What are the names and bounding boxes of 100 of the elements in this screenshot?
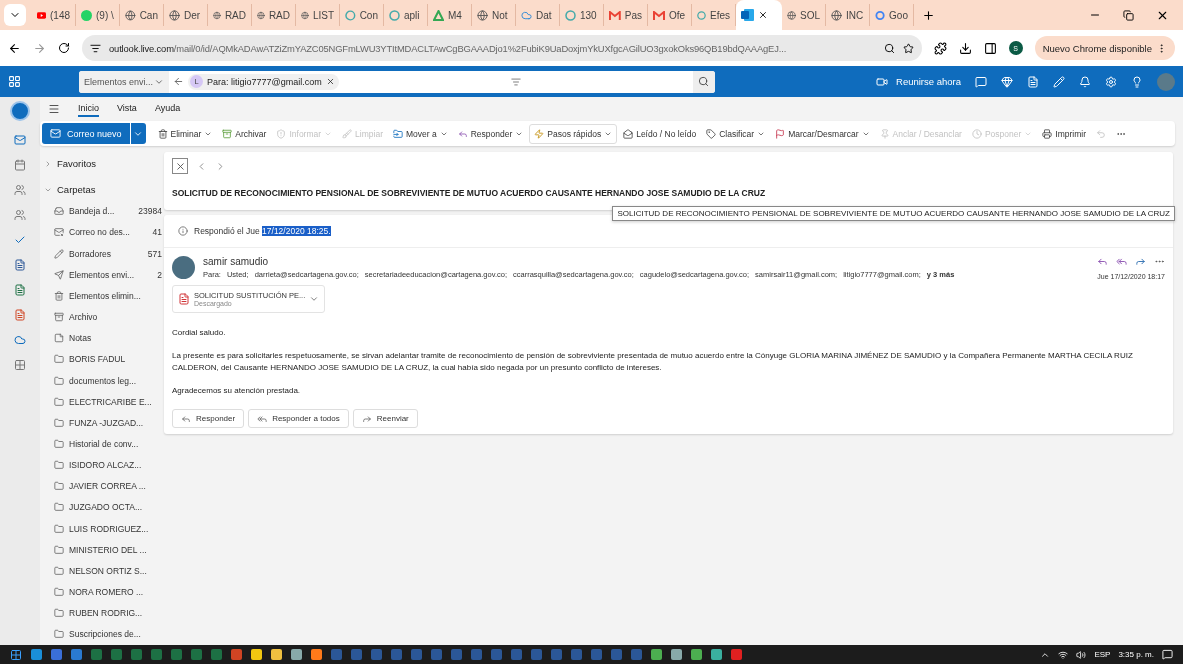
folder-item[interactable]: ELECTRICARIBE E... xyxy=(44,391,162,413)
browser-tab[interactable]: Dat xyxy=(516,4,560,26)
app-icon[interactable] xyxy=(671,649,682,660)
search-button[interactable] xyxy=(693,70,715,93)
toolbar-button[interactable]: Leído / No leído xyxy=(619,123,701,144)
app-icon[interactable] xyxy=(731,649,742,660)
calendar-icon[interactable] xyxy=(14,159,26,171)
extensions-icon[interactable] xyxy=(933,41,947,55)
app-icon[interactable] xyxy=(51,649,62,660)
app-logo[interactable] xyxy=(10,101,30,121)
update-button[interactable]: Nuevo Chrome disponible xyxy=(1034,36,1175,60)
app-icon[interactable] xyxy=(631,649,642,660)
app-icon[interactable] xyxy=(311,649,322,660)
app-icon[interactable] xyxy=(511,649,522,660)
app-icon[interactable] xyxy=(431,649,442,660)
lightbulb-icon[interactable] xyxy=(1131,75,1143,88)
app-icon[interactable] xyxy=(171,649,182,660)
toolbar-button[interactable]: Archivar xyxy=(218,123,271,144)
folder-item[interactable]: documentos leg... xyxy=(44,369,162,392)
chevron-down-icon[interactable] xyxy=(309,294,319,304)
download-icon[interactable] xyxy=(958,41,972,55)
reply-all-icon[interactable] xyxy=(1116,256,1127,267)
folder-item[interactable]: MINISTERIO DEL ... xyxy=(44,539,162,561)
sender-name[interactable]: samir samudio xyxy=(203,256,1089,267)
speaker-icon[interactable] xyxy=(1076,649,1087,660)
group-icon[interactable] xyxy=(14,209,26,221)
meet-now-button[interactable]: Reunirse ahora xyxy=(870,74,967,89)
action-button[interactable]: Reenviar xyxy=(352,409,418,428)
folder-item[interactable]: Suscripciones de... xyxy=(44,623,162,645)
browser-tab[interactable]: SOL xyxy=(782,4,826,26)
browser-tab[interactable]: M4 xyxy=(428,4,472,26)
folder-item[interactable]: NELSON ORTIZ S... xyxy=(44,560,162,582)
envelope-icon[interactable] xyxy=(14,134,26,146)
new-mail-button[interactable]: Correo nuevo xyxy=(42,123,130,144)
toolbar-button[interactable]: Pasos rápidos xyxy=(529,123,618,144)
app-icon[interactable] xyxy=(271,649,282,660)
app-icon[interactable] xyxy=(451,649,462,660)
star-icon[interactable] xyxy=(902,42,914,54)
folder-dropdown[interactable]: Elementos envi... xyxy=(79,70,169,93)
bell-icon[interactable] xyxy=(1079,75,1091,88)
browser-tab[interactable]: LIST xyxy=(296,4,340,26)
app-icon[interactable] xyxy=(251,649,262,660)
folder-item[interactable]: FUNZA -JUZGAD... xyxy=(44,412,162,434)
folder-item[interactable]: Historial de conv... xyxy=(44,433,162,455)
app-icon[interactable] xyxy=(71,649,82,660)
app-icon[interactable] xyxy=(31,649,42,660)
folder-item[interactable]: ISIDORO ALCAZ... xyxy=(44,454,162,476)
app-icon[interactable] xyxy=(471,649,482,660)
tab-list-button[interactable] xyxy=(4,4,26,26)
app-icon[interactable] xyxy=(191,649,202,660)
reload-icon[interactable] xyxy=(58,42,70,54)
clock[interactable]: 3:35 p. m. xyxy=(1118,650,1154,659)
side-panel-icon[interactable] xyxy=(983,41,997,55)
app-icon[interactable] xyxy=(711,649,722,660)
app-icon[interactable] xyxy=(551,649,562,660)
browser-tab[interactable] xyxy=(736,0,782,30)
folder-item[interactable]: Elementos envi... 2 xyxy=(44,264,162,286)
cloud-icon[interactable] xyxy=(14,334,26,346)
filter-icon[interactable] xyxy=(510,76,521,87)
folder-item[interactable]: Elementos elimin... xyxy=(44,285,162,307)
action-button[interactable]: Responder a todos xyxy=(248,409,349,428)
spreadsheet-icon[interactable] xyxy=(14,284,26,296)
browser-tab[interactable]: 130 xyxy=(560,4,604,26)
language-indicator[interactable]: ESP xyxy=(1094,650,1111,659)
browser-tab[interactable]: Goo xyxy=(870,4,914,26)
forward-icon[interactable] xyxy=(33,41,46,55)
app-icon[interactable] xyxy=(231,649,242,660)
browser-tab[interactable]: RAD xyxy=(252,4,296,26)
notifications-icon[interactable] xyxy=(1162,649,1173,660)
browser-tab[interactable]: apli xyxy=(384,4,428,26)
zoom-icon[interactable] xyxy=(883,42,895,54)
ribbon-tab[interactable]: Inicio xyxy=(78,100,99,117)
folder-item[interactable]: Archivo xyxy=(44,306,162,328)
toolbar-button[interactable]: Imprimir xyxy=(1038,123,1091,144)
browser-tab[interactable]: Der xyxy=(164,4,208,26)
browser-tab[interactable]: Con xyxy=(340,4,384,26)
browser-tab[interactable]: Pas xyxy=(604,4,648,26)
close-icon[interactable] xyxy=(758,10,768,20)
folder-item[interactable]: LUIS RODRIGUEZ... xyxy=(44,518,162,540)
start-icon[interactable] xyxy=(10,648,22,661)
slides-icon[interactable] xyxy=(14,309,26,321)
folder-item[interactable]: NORA ROMERO ... xyxy=(44,581,162,603)
checkmark-icon[interactable] xyxy=(14,234,26,246)
restore-icon[interactable] xyxy=(1123,9,1134,21)
folder-item[interactable]: Borradores 571 xyxy=(44,243,162,265)
folder-item[interactable]: BORIS FADUL xyxy=(44,348,162,370)
app-icon[interactable] xyxy=(391,649,402,660)
new-tab-icon[interactable] xyxy=(922,8,935,22)
pencil-icon[interactable] xyxy=(1053,75,1065,88)
close-icon[interactable] xyxy=(325,77,335,86)
menu-icon[interactable] xyxy=(48,102,60,115)
app-icon[interactable] xyxy=(651,649,662,660)
app-icon[interactable] xyxy=(111,649,122,660)
folder-item[interactable]: Bandeja d... 23984 xyxy=(44,200,162,222)
app-icon[interactable] xyxy=(211,649,222,660)
toolbar-button[interactable]: Mover a xyxy=(388,123,452,144)
address-bar[interactable]: outlook.live.com/mail/0/id/AQMkADAwATZiZmYAZC05NGFmLWU3YTItMDACLTAwCgBGAAADjo1%2FubiK9UaDoxjmYkUXfgcAGilUO3gxokOks96QB19bdQAAAgEJ... xyxy=(82,35,922,61)
app-icon[interactable] xyxy=(91,649,102,660)
browser-tab[interactable]: Not xyxy=(472,4,516,26)
toolbar-button[interactable]: Marcar/Desmarcar xyxy=(771,123,874,144)
